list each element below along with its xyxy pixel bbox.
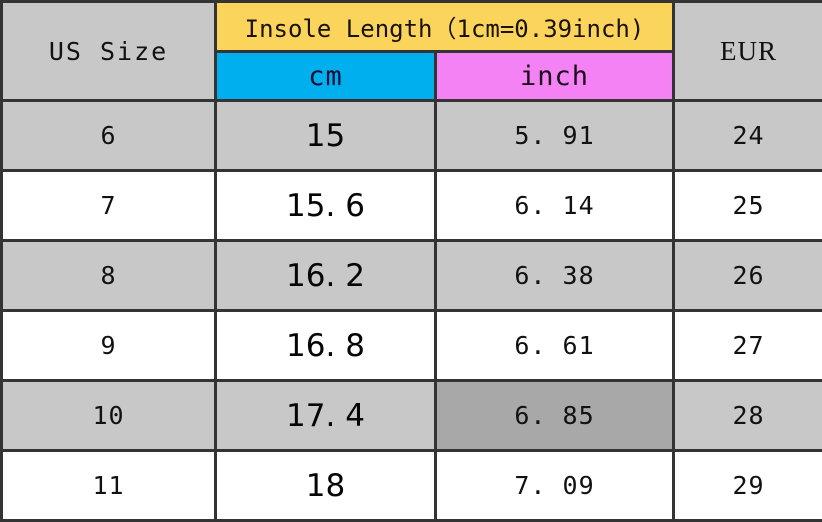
size-chart-container: US Size Insole Length（1cm=0.39inch) EUR … (0, 0, 822, 517)
table-row: 816. 26. 3826 (2, 241, 822, 311)
cell-insole-inch: 6. 61 (436, 311, 674, 381)
column-header-inch: inch (436, 52, 674, 101)
table-row: 715. 66. 1425 (2, 171, 822, 241)
column-header-cm: cm (216, 52, 436, 101)
cell-us-size: 7 (2, 171, 216, 241)
table-row: 916. 86. 6127 (2, 311, 822, 381)
cell-eur-size: 29 (674, 451, 822, 521)
column-header-insole-length: Insole Length（1cm=0.39inch) (216, 2, 674, 52)
cell-eur-size: 26 (674, 241, 822, 311)
shoe-size-table: US Size Insole Length（1cm=0.39inch) EUR … (0, 0, 822, 522)
cell-insole-inch: 6. 14 (436, 171, 674, 241)
cell-insole-cm: 15. 6 (216, 171, 436, 241)
cell-insole-cm: 15 (216, 101, 436, 171)
cell-insole-inch: 5. 91 (436, 101, 674, 171)
cell-eur-size: 28 (674, 381, 822, 451)
column-header-eur: EUR (674, 2, 822, 101)
cell-insole-inch: 6. 38 (436, 241, 674, 311)
cell-eur-size: 27 (674, 311, 822, 381)
cell-insole-cm: 18 (216, 451, 436, 521)
cell-us-size: 11 (2, 451, 216, 521)
table-header: US Size Insole Length（1cm=0.39inch) EUR … (2, 2, 822, 101)
cell-insole-cm: 17. 4 (216, 381, 436, 451)
table-body: 6155. 9124715. 66. 1425816. 26. 3826916.… (2, 101, 822, 521)
cell-us-size: 9 (2, 311, 216, 381)
header-row-top: US Size Insole Length（1cm=0.39inch) EUR (2, 2, 822, 52)
table-row: 6155. 9124 (2, 101, 822, 171)
cell-insole-cm: 16. 8 (216, 311, 436, 381)
cell-insole-cm: 16. 2 (216, 241, 436, 311)
cell-insole-inch: 7. 09 (436, 451, 674, 521)
table-row: 11187. 0929 (2, 451, 822, 521)
cell-us-size: 6 (2, 101, 216, 171)
column-header-us-size: US Size (2, 2, 216, 101)
cell-us-size: 8 (2, 241, 216, 311)
cell-eur-size: 25 (674, 171, 822, 241)
cell-insole-inch: 6. 85 (436, 381, 674, 451)
table-row: 1017. 46. 8528 (2, 381, 822, 451)
cell-eur-size: 24 (674, 101, 822, 171)
cell-us-size: 10 (2, 381, 216, 451)
